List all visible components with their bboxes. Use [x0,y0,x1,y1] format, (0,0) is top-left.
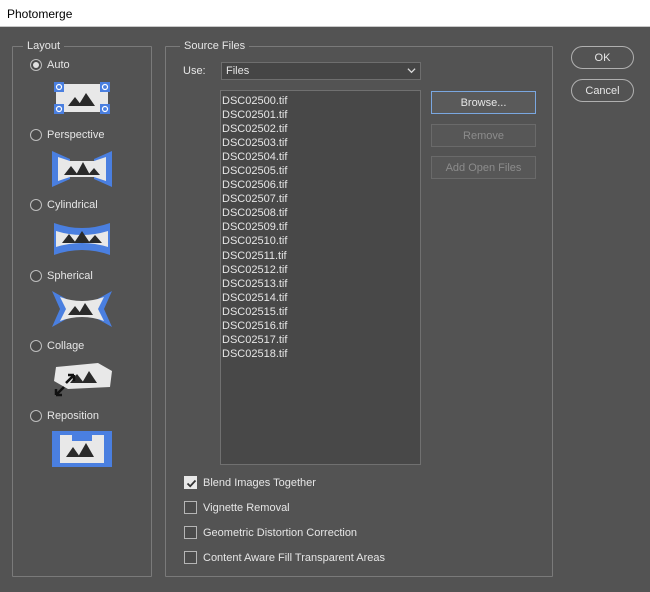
radio-perspective[interactable]: Perspective [30,129,104,141]
radio-auto-circle[interactable] [30,59,42,71]
radio-cylindrical-circle[interactable] [30,199,42,211]
vignette-removal-option[interactable]: Vignette Removal [184,501,290,514]
checkmark-icon [186,479,197,488]
radio-perspective-circle[interactable] [30,129,42,141]
radio-collage[interactable]: Collage [30,340,84,352]
radio-spherical-label: Spherical [47,270,93,282]
file-list-item[interactable]: DSC02504.tif [222,150,420,164]
file-list-item[interactable]: DSC02513.tif [222,277,420,291]
source-files-legend: Source Files [180,40,250,53]
geometric-distortion-label: Geometric Distortion Correction [203,526,358,539]
vignette-removal-checkbox[interactable] [184,501,197,514]
file-list-item[interactable]: DSC02501.tif [222,108,420,122]
blend-images-checkbox[interactable] [184,476,197,489]
use-select[interactable]: Files [221,62,421,80]
file-list-item[interactable]: DSC02500.tif [222,94,420,108]
file-list-item[interactable]: DSC02510.tif [222,234,420,248]
radio-auto-label: Auto [47,59,70,71]
radio-spherical[interactable]: Spherical [30,270,93,282]
radio-auto[interactable]: Auto [30,59,70,71]
file-list-item[interactable]: DSC02509.tif [222,220,420,234]
use-label: Use: [183,65,206,77]
file-list-item[interactable]: DSC02507.tif [222,192,420,206]
radio-cylindrical[interactable]: Cylindrical [30,199,98,211]
reposition-layout-icon[interactable] [52,431,112,467]
geometric-distortion-checkbox[interactable] [184,526,197,539]
radio-collage-label: Collage [47,340,85,352]
file-list-item[interactable]: DSC02514.tif [222,291,420,305]
file-list-item[interactable]: DSC02503.tif [222,136,420,150]
radio-collage-circle[interactable] [30,340,42,352]
file-list-item[interactable]: DSC02516.tif [222,319,420,333]
file-list-item[interactable]: DSC02517.tif [222,333,420,347]
remove-button[interactable]: Remove [431,124,536,147]
geometric-distortion-option[interactable]: Geometric Distortion Correction [184,526,357,539]
file-list[interactable]: DSC02500.tif DSC02501.tif DSC02502.tif DSC0… [220,90,421,465]
chevron-down-icon [407,68,416,74]
file-list-item[interactable]: DSC02511.tif [222,249,420,263]
file-list-item[interactable]: DSC02512.tif [222,263,420,277]
use-select-value: Files [226,65,250,77]
content-aware-fill-option[interactable]: Content Aware Fill Transparent Areas [184,551,385,564]
radio-reposition[interactable]: Reposition [30,410,99,422]
ok-button[interactable]: OK [571,46,634,69]
content-aware-fill-checkbox[interactable] [184,551,197,564]
collage-layout-icon[interactable] [52,361,112,397]
blend-images-option[interactable]: Blend Images Together [184,476,316,489]
file-list-item[interactable]: DSC02505.tif [222,164,420,178]
file-list-item[interactable]: DSC02506.tif [222,178,420,192]
radio-spherical-circle[interactable] [30,270,42,282]
browse-button[interactable]: Browse... [431,91,536,114]
file-list-item[interactable]: DSC02502.tif [222,122,420,136]
content-aware-fill-label: Content Aware Fill Transparent Areas [203,551,386,564]
cylindrical-layout-icon[interactable] [52,221,112,257]
spherical-layout-icon[interactable] [52,291,112,327]
radio-cylindrical-label: Cylindrical [47,199,98,211]
file-list-item[interactable]: DSC02515.tif [222,305,420,319]
perspective-layout-icon[interactable] [52,151,112,187]
vignette-removal-label: Vignette Removal [203,501,290,514]
radio-reposition-circle[interactable] [30,410,42,422]
auto-layout-icon[interactable] [52,80,112,116]
add-open-files-button[interactable]: Add Open Files [431,156,536,179]
layout-legend: Layout [23,40,65,53]
blend-images-label: Blend Images Together [203,476,316,489]
radio-perspective-label: Perspective [47,129,105,141]
file-list-item[interactable]: DSC02518.tif [222,347,420,361]
file-list-item[interactable]: DSC02508.tif [222,206,420,220]
cancel-button[interactable]: Cancel [571,79,634,102]
window-title: Photomerge [0,0,650,27]
radio-reposition-label: Reposition [47,410,99,422]
